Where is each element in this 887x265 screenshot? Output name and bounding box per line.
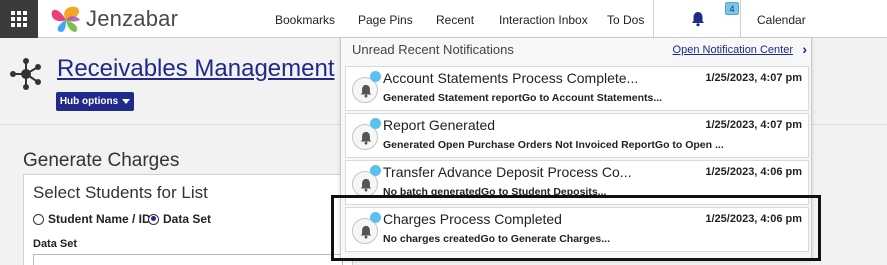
notification-title: Transfer Advance Deposit Process Co... [383,164,632,180]
unread-dot-icon [370,165,381,176]
nav-to-dos[interactable]: To Dos [607,13,644,27]
app-menu-grid-icon[interactable] [0,0,38,38]
notification-item[interactable]: Report Generated 1/25/2023, 4:07 pm Gene… [345,113,809,158]
notification-title: Report Generated [383,117,496,133]
hub-options-label: Hub options [59,96,119,107]
radio-circle-selected[interactable] [148,213,159,225]
jenzabar-logo[interactable]: Jenzabar [48,4,178,34]
notification-count-badge: 4 [725,2,739,15]
highlight-box [331,195,821,261]
radio-label: Data Set [163,212,212,226]
nav-recent[interactable]: Recent [436,13,474,27]
notification-message[interactable]: Generated Open Purchase Orders Not Invoi… [383,139,724,151]
notification-time: 1/25/2023, 4:06 pm [705,166,802,178]
notifications-heading: Unread Recent Notifications [352,42,514,57]
section-title: Generate Charges [23,150,180,171]
nav-bookmarks[interactable]: Bookmarks [275,13,335,27]
hub-network-icon [10,58,41,90]
notification-title: Account Statements Process Complete... [383,70,639,86]
nav-interaction-inbox[interactable]: Interaction Inbox [499,13,588,27]
notification-message[interactable]: Generated Statement reportGo to Account … [383,92,662,104]
notification-time: 1/25/2023, 4:07 pm [705,119,802,131]
bell-icon [692,12,704,27]
logo-text: Jenzabar [86,6,179,31]
chevron-right-icon[interactable]: › [802,41,807,57]
butterfly-logo-icon [51,6,80,32]
top-navigation-bar: Jenzabar Bookmarks Page Pins Recent Inte… [0,0,887,40]
radio-student-name-id[interactable]: Student Name / ID [33,212,151,226]
nav-page-pins[interactable]: Page Pins [358,13,413,27]
unread-dot-icon [370,71,381,82]
subsection-title: Select Students for List [33,183,208,202]
notification-time: 1/25/2023, 4:07 pm [705,72,802,84]
unread-dot-icon [370,118,381,129]
page-title[interactable]: Receivables Management [57,55,335,83]
radio-label: Student Name / ID [48,212,151,226]
nav-calendar[interactable]: Calendar [757,13,806,27]
notification-item[interactable]: Account Statements Process Complete... 1… [345,66,809,111]
dataset-select[interactable] [33,254,343,265]
dataset-label: Data Set [33,238,78,250]
radio-circle[interactable] [33,213,44,225]
open-notification-center-link[interactable]: Open Notification Center [673,44,793,56]
radio-data-set[interactable]: Data Set [148,212,211,226]
hub-options-button[interactable]: Hub options [56,92,134,111]
caret-down-icon [122,99,131,104]
